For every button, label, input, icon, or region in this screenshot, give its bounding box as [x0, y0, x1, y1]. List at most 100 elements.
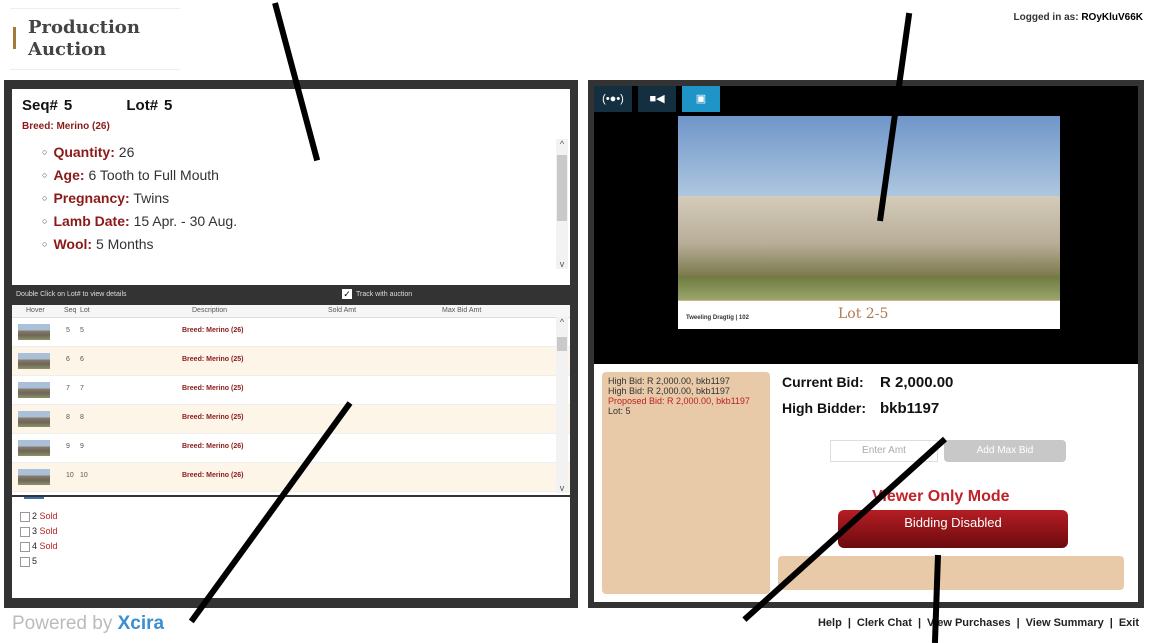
- row-seq: 9: [66, 443, 70, 450]
- image-caption: Tweeling Dragtig | 102: [686, 315, 749, 321]
- attr-lamb-date: Lamb Date: 15 Apr. - 30 Aug.: [42, 210, 237, 233]
- row-lot[interactable]: 6: [80, 356, 84, 363]
- sold-item[interactable]: 4 Sold: [20, 539, 570, 554]
- sold-item[interactable]: 5: [20, 554, 570, 569]
- view-summary-link[interactable]: View Summary: [1026, 617, 1104, 629]
- scroll-up-icon[interactable]: ^: [556, 317, 568, 327]
- table-scrollbar[interactable]: ^ v: [556, 317, 568, 493]
- sold-item[interactable]: 2 Sold: [20, 509, 570, 524]
- audio-icon: (•●•): [602, 93, 624, 105]
- image-grass: [678, 276, 1060, 300]
- table-row[interactable]: 5 5 Breed: Merino (26): [12, 318, 570, 347]
- add-max-bid-button[interactable]: Add Max Bid: [944, 440, 1066, 462]
- attr-age: Age: 6 Tooth to Full Mouth: [42, 164, 237, 187]
- attr-label: Pregnancy:: [53, 190, 130, 206]
- sold-item[interactable]: 3 Sold: [20, 524, 570, 539]
- video-button[interactable]: ■◀: [638, 86, 676, 112]
- sold-status: Sold: [39, 511, 58, 521]
- row-desc: Breed: Merino (25): [182, 356, 244, 363]
- col-sold-amt: Sold Amt: [328, 307, 357, 314]
- footer-separator: |: [1109, 617, 1113, 629]
- image-caption-strip: Tweeling Dragtig | 102 Lot 2-5: [678, 300, 1060, 329]
- logo: Production Auction: [10, 8, 180, 70]
- checkbox-icon[interactable]: [20, 526, 30, 537]
- scroll-down-icon[interactable]: v: [556, 483, 568, 493]
- table-row[interactable]: 9 9 Breed: Merino (26): [12, 434, 570, 463]
- footer-separator: |: [1016, 617, 1020, 629]
- sold-lots-list: 2 Sold 3 Sold 4 Sold 5: [12, 497, 570, 598]
- attr-wool: Wool: 5 Months: [42, 233, 237, 256]
- scroll-down-icon[interactable]: v: [556, 259, 568, 269]
- bid-history: High Bid: R 2,000.00, bkb1197 High Bid: …: [602, 372, 770, 594]
- right-panel: (•●•) ■◀ ▣ Tweeling Dragtig | 102 Lot 2-…: [588, 80, 1144, 608]
- row-desc: Breed: Merino (25): [182, 414, 244, 421]
- lot-thumbnail[interactable]: [18, 382, 50, 398]
- scroll-thumb[interactable]: [557, 337, 567, 351]
- lot-thumbnail[interactable]: [18, 411, 50, 427]
- image-lot-title: Lot 2-5: [838, 306, 889, 322]
- row-seq: 7: [66, 385, 70, 392]
- detail-scrollbar[interactable]: ^ v: [556, 139, 568, 269]
- logo-text: Production Auction: [28, 17, 140, 60]
- seq-number: 5: [63, 97, 73, 114]
- checkbox-icon[interactable]: [20, 511, 30, 522]
- lot-thumbnail[interactable]: [18, 469, 50, 485]
- left-panel: Seq# 5 Lot# 5 Breed: Merino (26) Quantity:…: [4, 80, 578, 608]
- col-lot: Lot: [80, 307, 90, 314]
- image-button[interactable]: ▣: [682, 86, 720, 112]
- track-checkbox[interactable]: ✓: [342, 289, 352, 299]
- row-desc: Breed: Merino (26): [182, 443, 244, 450]
- row-desc: Breed: Merino (26): [182, 472, 244, 479]
- view-purchases-link[interactable]: View Purchases: [927, 617, 1011, 629]
- clerk-chat-link[interactable]: Clerk Chat: [857, 617, 912, 629]
- row-lot[interactable]: 8: [80, 414, 84, 421]
- attr-value: 15 Apr. - 30 Aug.: [133, 213, 238, 229]
- lot-number: 5: [164, 97, 173, 114]
- table-row[interactable]: 8 8 Breed: Merino (25): [12, 405, 570, 434]
- lot-thumbnail[interactable]: [18, 324, 50, 340]
- attr-value: 5 Months: [95, 236, 154, 252]
- lot-attributes: Quantity: 26 Age: 6 Tooth to Full Mouth …: [42, 141, 237, 256]
- attr-pregnancy: Pregnancy: Twins: [42, 187, 237, 210]
- footer-separator: |: [847, 617, 851, 629]
- attr-quantity: Quantity: 26: [42, 141, 237, 164]
- proposed-bid: Proposed Bid: R 2,000.00, bkb1197: [608, 396, 750, 406]
- track-label: Track with auction: [356, 290, 413, 298]
- row-lot[interactable]: 10: [80, 472, 88, 479]
- sold-item-number: 4: [32, 541, 38, 551]
- checkbox-icon[interactable]: [20, 556, 30, 567]
- footer-nav: Help | Clerk Chat | View Purchases | View Summ…: [818, 617, 1139, 629]
- image-sky: [678, 116, 1060, 196]
- row-lot[interactable]: 5: [80, 327, 84, 334]
- powered-prefix: Powered by: [12, 613, 113, 634]
- sold-item-number: 3: [32, 526, 38, 536]
- table-row[interactable]: 7 7 Breed: Merino (25): [12, 376, 570, 405]
- scroll-thumb[interactable]: [557, 155, 567, 221]
- row-seq: 10: [66, 472, 74, 479]
- high-bidder-value: bkb1197: [880, 400, 940, 417]
- audio-button[interactable]: (•●•): [594, 86, 632, 112]
- checkbox-icon[interactable]: [20, 541, 30, 552]
- attr-label: Wool:: [53, 236, 93, 252]
- exit-link[interactable]: Exit: [1119, 617, 1139, 629]
- login-label: Logged in as:: [1013, 12, 1079, 23]
- track-with-auction[interactable]: ✓ Track with auction: [342, 289, 412, 299]
- table-row[interactable]: 6 6 Breed: Merino (25): [12, 347, 570, 376]
- row-lot[interactable]: 7: [80, 385, 84, 392]
- attr-label: Lamb Date:: [53, 213, 130, 229]
- breed-label: Breed: Merino (26): [22, 121, 110, 132]
- video-area: (•●•) ■◀ ▣ Tweeling Dragtig | 102 Lot 2-…: [594, 86, 1138, 364]
- scroll-up-icon[interactable]: ^: [556, 139, 568, 149]
- attr-label: Age:: [53, 167, 85, 183]
- help-link[interactable]: Help: [818, 617, 842, 629]
- row-seq: 5: [66, 327, 70, 334]
- table-header: Hover Seq Lot Description Sold Amt Max B…: [12, 305, 570, 318]
- lot-detail-panel[interactable]: Seq# 5 Lot# 5 Breed: Merino (26) Quantity:…: [12, 89, 570, 285]
- bidding-disabled-button[interactable]: Bidding Disabled: [838, 510, 1068, 548]
- lot-thumbnail[interactable]: [18, 353, 50, 369]
- row-lot[interactable]: 9: [80, 443, 84, 450]
- lot-thumbnail[interactable]: [18, 440, 50, 456]
- login-status: Logged in as: ROyKluV66K: [1014, 12, 1143, 23]
- attr-value: 26: [118, 144, 135, 160]
- row-desc: Breed: Merino (26): [182, 327, 244, 334]
